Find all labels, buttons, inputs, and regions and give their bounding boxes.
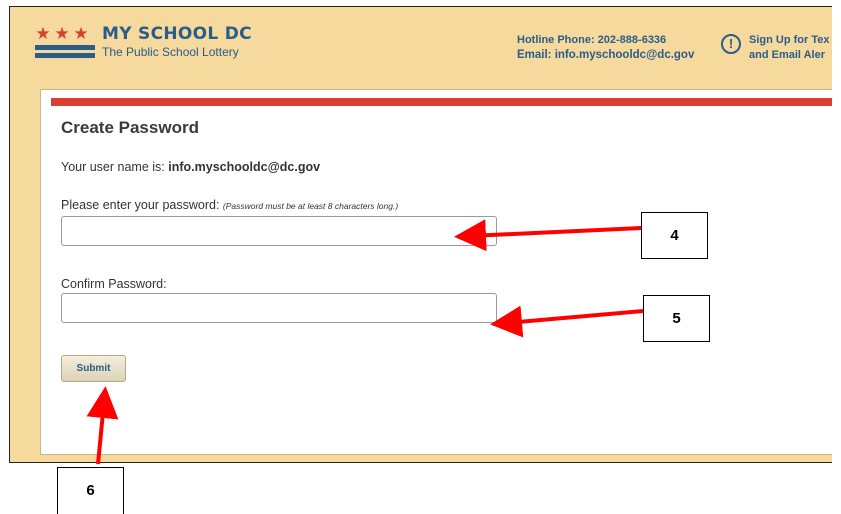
arrow-to-password-input [454, 219, 642, 252]
arrow-to-confirm-input [490, 305, 644, 338]
arrow-to-submit-button [86, 386, 119, 465]
annotation-arrows [86, 219, 644, 465]
